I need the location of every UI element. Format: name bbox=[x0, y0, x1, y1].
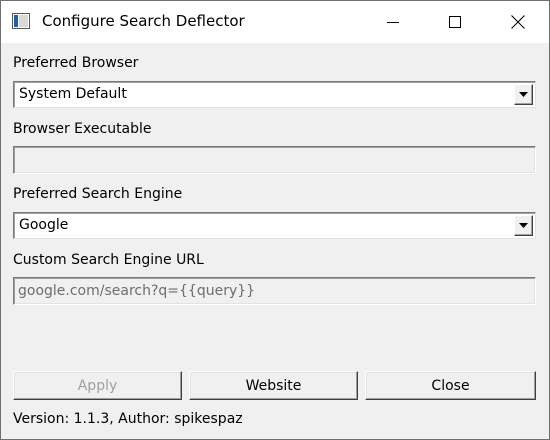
browser-executable-field[interactable] bbox=[13, 146, 536, 174]
app-icon bbox=[12, 13, 30, 29]
chevron-down-icon bbox=[519, 92, 528, 97]
chevron-down-icon bbox=[519, 223, 528, 228]
apply-button[interactable]: Apply bbox=[13, 371, 182, 400]
configure-window: Configure Search Deflector Preferred Bro… bbox=[0, 0, 550, 440]
window-title: Configure Search Deflector bbox=[42, 12, 245, 30]
browser-executable-label: Browser Executable bbox=[13, 121, 152, 137]
minimize-icon bbox=[387, 22, 399, 23]
minimize-button[interactable] bbox=[362, 1, 424, 43]
custom-search-engine-url-field[interactable] bbox=[13, 277, 536, 305]
custom-search-engine-url-input[interactable] bbox=[18, 281, 518, 301]
preferred-browser-label: Preferred Browser bbox=[13, 55, 139, 71]
close-button[interactable]: Close bbox=[365, 371, 536, 400]
close-window-button[interactable] bbox=[487, 1, 549, 43]
website-button[interactable]: Website bbox=[189, 371, 358, 400]
version-author-text: Version: 1.1.3, Author: spikespaz bbox=[13, 411, 243, 427]
preferred-browser-dropdown[interactable]: System Default bbox=[13, 81, 536, 108]
maximize-icon bbox=[449, 16, 461, 28]
browser-executable-input[interactable] bbox=[18, 150, 518, 170]
close-icon bbox=[511, 15, 525, 29]
preferred-search-engine-label: Preferred Search Engine bbox=[13, 186, 183, 202]
preferred-search-engine-dropdown[interactable]: Google bbox=[13, 212, 536, 239]
preferred-search-engine-value: Google bbox=[19, 217, 69, 233]
dropdown-arrow-button[interactable] bbox=[514, 84, 533, 105]
dropdown-arrow-button[interactable] bbox=[514, 215, 533, 236]
title-bar[interactable]: Configure Search Deflector bbox=[1, 1, 549, 43]
custom-search-engine-url-label: Custom Search Engine URL bbox=[13, 252, 204, 268]
maximize-button[interactable] bbox=[424, 1, 486, 43]
preferred-browser-value: System Default bbox=[19, 86, 127, 102]
